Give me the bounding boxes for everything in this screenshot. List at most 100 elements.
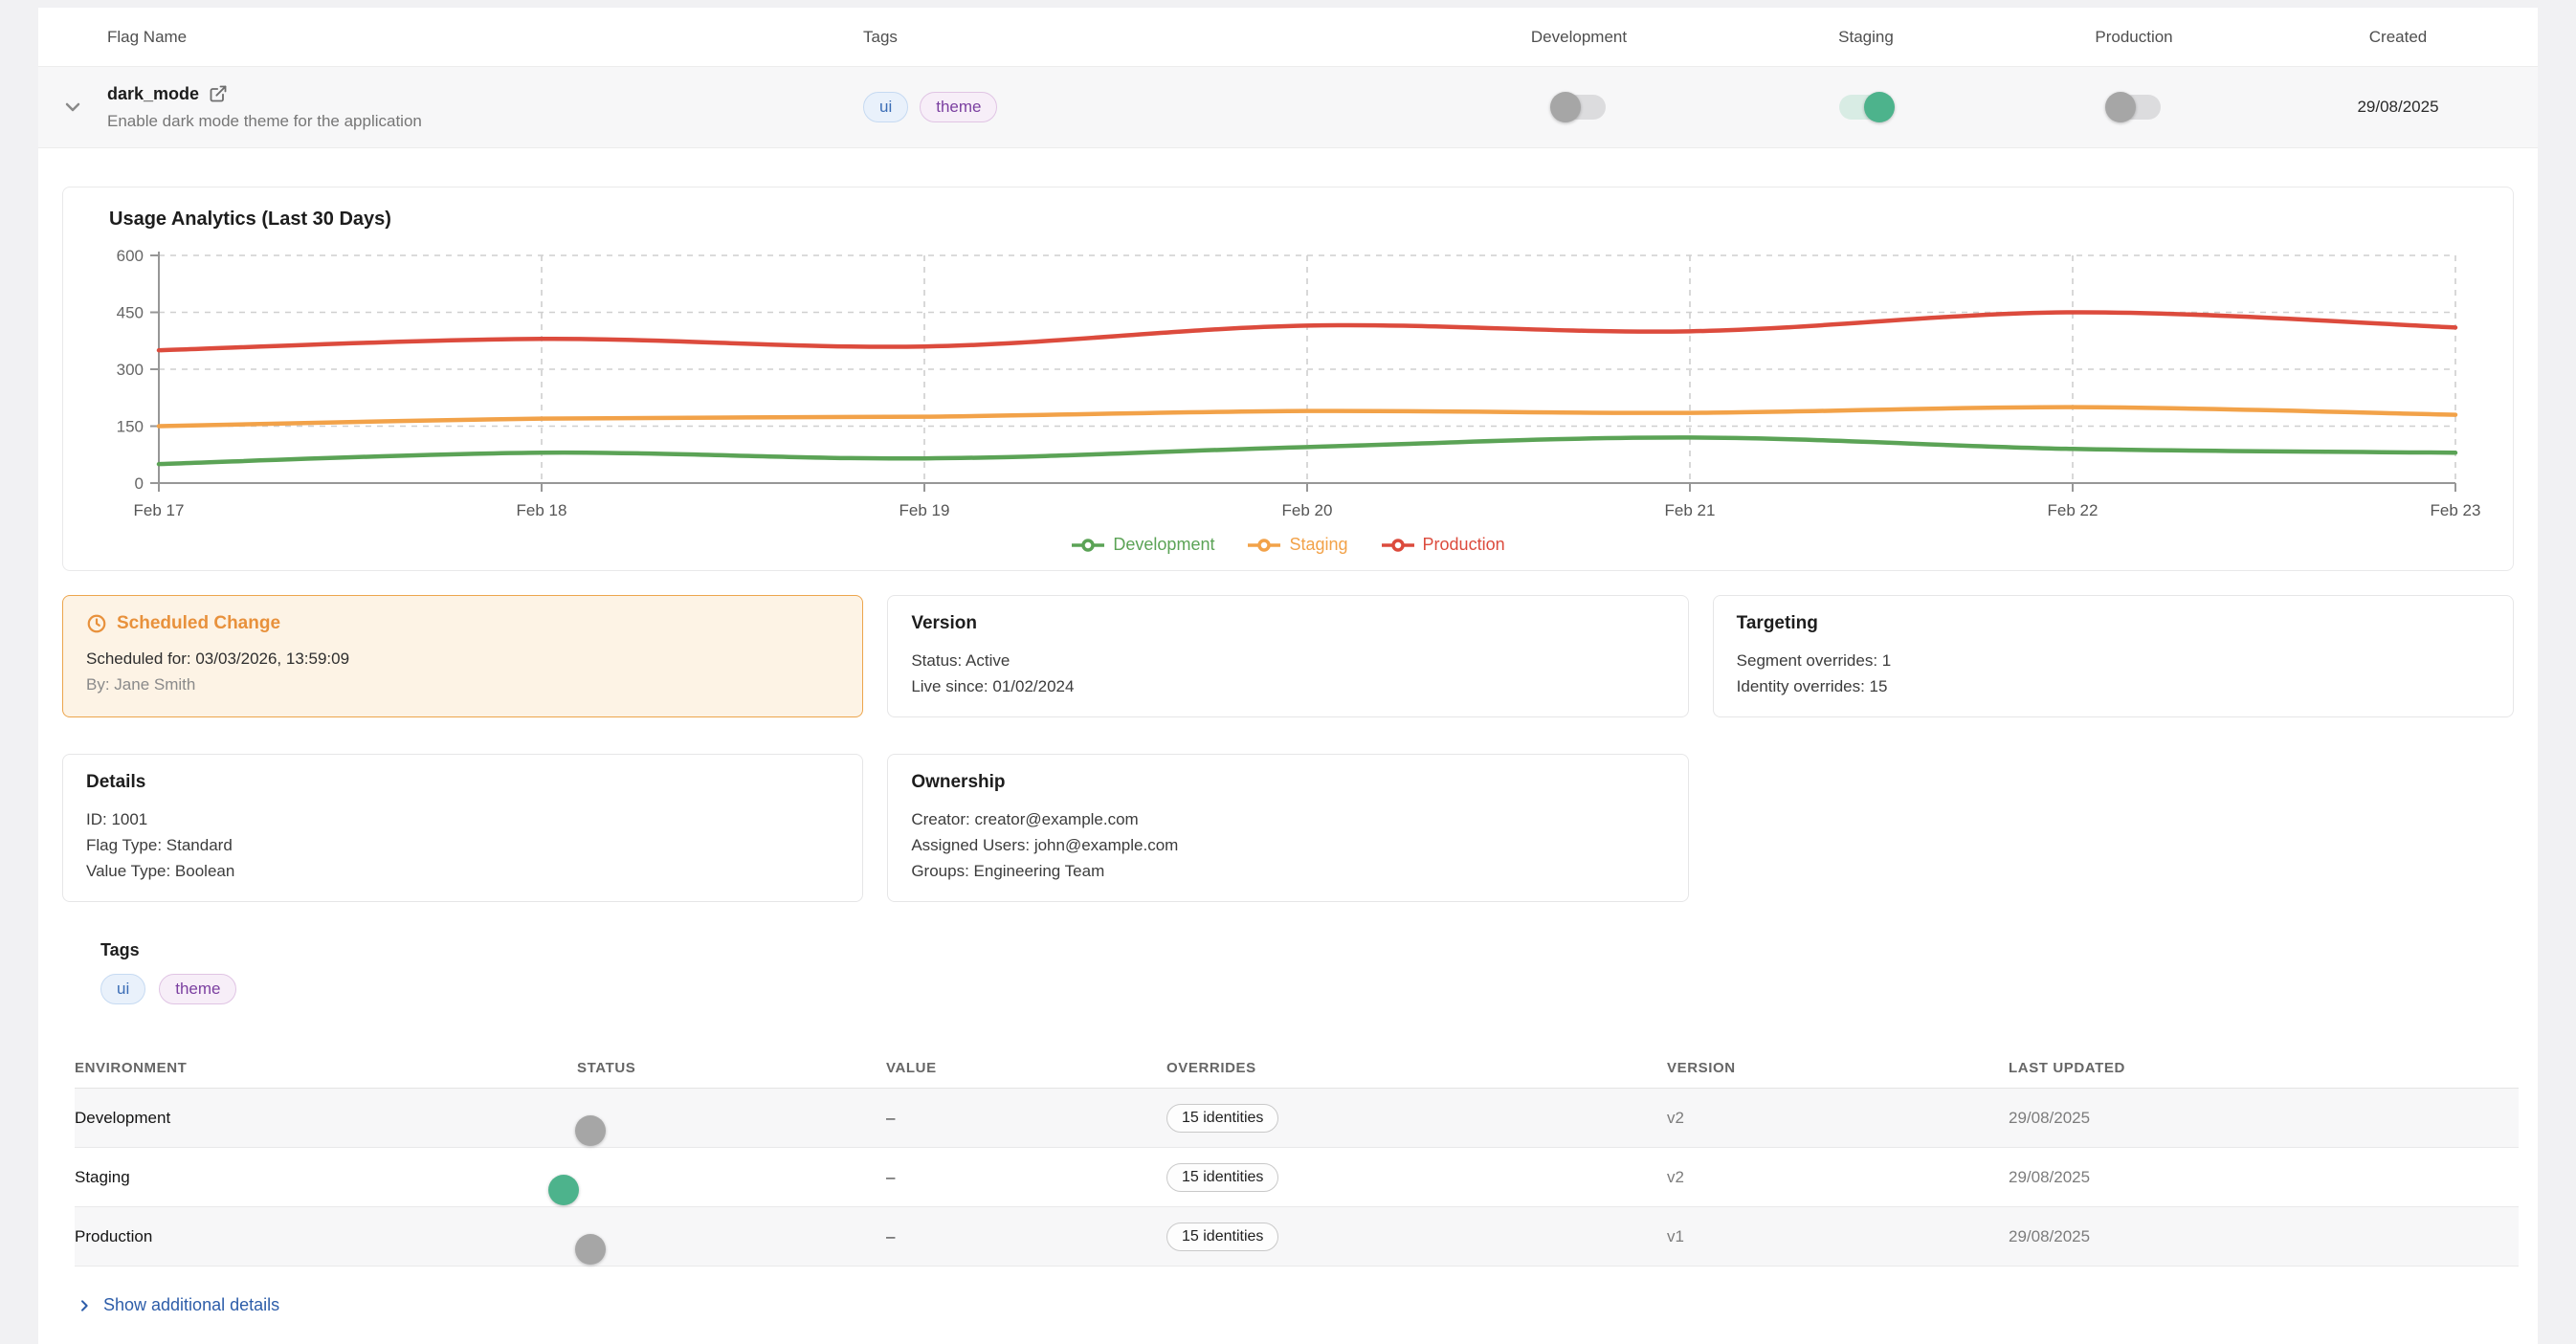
groups: Groups: Engineering Team [911, 858, 1664, 884]
env-name: Development [75, 1109, 577, 1128]
scheduled-for: Scheduled for: 03/03/2026, 13:59:09 [86, 646, 839, 672]
env-header-last-updated: Last Updated [2009, 1060, 2519, 1076]
toggle-knob [548, 1175, 579, 1205]
svg-text:Feb 21: Feb 21 [1665, 501, 1716, 519]
svg-text:Feb 19: Feb 19 [899, 501, 950, 519]
flag-description: Enable dark mode theme for the applicati… [107, 112, 863, 131]
creator: Creator: creator@example.com [911, 806, 1664, 832]
header-production: Production [2010, 28, 2258, 47]
toggle-knob [1864, 92, 1895, 122]
env-value: – [886, 1168, 1166, 1187]
legend-item-staging: Staging [1247, 535, 1347, 555]
scheduled-change-card: Scheduled Change Scheduled for: 03/03/20… [62, 595, 863, 717]
tag-theme: theme [159, 974, 236, 1004]
segment-overrides: Segment overrides: 1 [1737, 648, 2490, 673]
targeting-card: Targeting Segment overrides: 1 Identity … [1713, 595, 2514, 717]
svg-text:0: 0 [135, 474, 144, 493]
flag-detail-page: Flag Name Tags Development Staging Produ… [38, 8, 2538, 1344]
environments-table-header: Environment Status Value Overrides Versi… [75, 1048, 2519, 1089]
usage-analytics-card: Usage Analytics (Last 30 Days) 0 150 300 45… [62, 187, 2514, 571]
svg-text:Feb 18: Feb 18 [517, 501, 567, 519]
env-header-environment: Environment [75, 1060, 577, 1076]
environments-table: Environment Status Value Overrides Versi… [75, 1048, 2519, 1267]
env-name: Production [75, 1227, 577, 1246]
info-cards: Scheduled Change Scheduled for: 03/03/20… [62, 595, 2514, 902]
svg-text:150: 150 [117, 418, 144, 436]
env-name: Staging [75, 1168, 577, 1187]
version-live-since: Live since: 01/02/2024 [911, 673, 1664, 699]
legend-item-production: Production [1381, 535, 1505, 555]
tags-section-title: Tags [100, 940, 2514, 960]
toggle-knob [1550, 92, 1581, 122]
header-staging: Staging [1722, 28, 2010, 47]
tag-ui: ui [100, 974, 145, 1004]
flag-created-date: 29/08/2025 [2258, 98, 2538, 117]
version-status: Status: Active [911, 648, 1664, 673]
tag-theme: theme [920, 92, 997, 122]
header-tags: Tags [863, 28, 1435, 47]
chart-title: Usage Analytics (Last 30 Days) [63, 209, 2513, 231]
toggle-knob [575, 1234, 606, 1265]
header-created: Created [2258, 28, 2538, 47]
identity-overrides: Identity overrides: 15 [1737, 673, 2490, 699]
development-toggle[interactable] [1552, 95, 1606, 120]
svg-text:Feb 22: Feb 22 [2048, 501, 2099, 519]
svg-text:Feb 20: Feb 20 [1282, 501, 1333, 519]
env-last-updated: 29/08/2025 [2009, 1168, 2519, 1187]
ownership-card: Ownership Creator: creator@example.com A… [887, 754, 1688, 902]
flag-id: ID: 1001 [86, 806, 839, 832]
flag-type: Flag Type: Standard [86, 832, 839, 858]
flags-table-header: Flag Name Tags Development Staging Produ… [38, 8, 2538, 67]
identities-badge[interactable]: 15 identities [1166, 1223, 1278, 1251]
env-header-version: Version [1667, 1060, 2009, 1076]
header-flag-name: Flag Name [107, 28, 863, 47]
legend-marker-icon [1381, 539, 1415, 552]
scheduled-by: By: Jane Smith [86, 672, 839, 697]
usage-line-chart: 0 150 300 450 600 Feb 17 Feb 18 Feb 19 Feb 20 Feb… [63, 244, 2513, 527]
chevron-down-icon [61, 96, 84, 119]
env-row-staging: Staging – 15 identities v2 29/08/2025 [75, 1148, 2519, 1207]
tags-section: Tags ui theme [100, 940, 2514, 1004]
identities-badge[interactable]: 15 identities [1166, 1163, 1278, 1192]
env-value: – [886, 1109, 1166, 1128]
clock-icon [86, 613, 107, 634]
identities-badge[interactable]: 15 identities [1166, 1104, 1278, 1133]
svg-text:300: 300 [117, 361, 144, 379]
value-type: Value Type: Boolean [86, 858, 839, 884]
chart-legend: Development Staging Production [63, 535, 2513, 555]
ownership-card-title: Ownership [911, 772, 1664, 793]
production-toggle[interactable] [2107, 95, 2161, 120]
env-last-updated: 29/08/2025 [2009, 1109, 2519, 1128]
legend-marker-icon [1071, 539, 1105, 552]
version-card-title: Version [911, 613, 1664, 634]
env-last-updated: 29/08/2025 [2009, 1227, 2519, 1246]
svg-text:Feb 23: Feb 23 [2431, 501, 2481, 519]
svg-text:Feb 17: Feb 17 [134, 501, 185, 519]
flag-row-dark-mode[interactable]: dark_mode Enable dark mode theme for the… [38, 67, 2538, 148]
details-card: Details ID: 1001 Flag Type: Standard Val… [62, 754, 863, 902]
svg-text:450: 450 [117, 304, 144, 322]
env-row-development: Development – 15 identities v2 29/08/202… [75, 1089, 2519, 1148]
env-header-overrides: Overrides [1166, 1060, 1667, 1076]
env-version: v1 [1667, 1227, 2009, 1246]
legend-item-development: Development [1071, 535, 1214, 555]
env-header-value: Value [886, 1060, 1166, 1076]
details-card-title: Details [86, 772, 839, 793]
external-link-icon[interactable] [209, 84, 228, 103]
expand-chevron-button[interactable] [38, 96, 107, 119]
env-version: v2 [1667, 1109, 2009, 1128]
tag-ui: ui [863, 92, 908, 122]
svg-text:600: 600 [117, 247, 144, 265]
version-card: Version Status: Active Live since: 01/02… [887, 595, 1688, 717]
chevron-right-icon [77, 1297, 92, 1314]
assigned-users: Assigned Users: john@example.com [911, 832, 1664, 858]
env-value: – [886, 1227, 1166, 1246]
env-version: v2 [1667, 1168, 2009, 1187]
legend-marker-icon [1247, 539, 1281, 552]
env-row-production: Production – 15 identities v1 29/08/2025 [75, 1207, 2519, 1267]
toggle-knob [575, 1115, 606, 1146]
flag-name: dark_mode [107, 84, 199, 104]
staging-toggle[interactable] [1839, 95, 1893, 120]
targeting-card-title: Targeting [1737, 613, 2490, 634]
header-development: Development [1435, 28, 1722, 47]
